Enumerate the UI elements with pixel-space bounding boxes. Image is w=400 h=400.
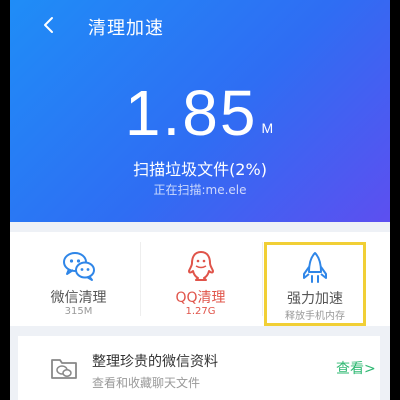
wechat-clean-card[interactable]: 微信清理 315M	[20, 232, 137, 326]
qq-clean-title: QQ清理	[175, 290, 226, 306]
junk-size: 1.85 M	[10, 76, 390, 150]
scan-path: 正在扫描:me.ele	[153, 183, 247, 197]
scan-header: 清理加速 1.85 M 扫描垃圾文件(2%) 正在扫描:me.ele	[10, 0, 390, 222]
phone-screen: 清理加速 1.85 M 扫描垃圾文件(2%) 正在扫描:me.ele 微信清理 3…	[10, 0, 390, 400]
scan-status: 扫描垃圾文件(2%)	[133, 160, 267, 179]
feature-cards: 微信清理 315M QQ清理 1.27G 强力加速 释放手机内存	[10, 232, 390, 326]
power-boost-subtitle: 释放手机内存	[285, 311, 345, 322]
junk-size-value: 1.85	[124, 77, 258, 149]
junk-size-unit: M	[261, 120, 276, 136]
qq-icon	[187, 251, 214, 281]
page-title: 清理加速	[88, 18, 164, 39]
qq-clean-size: 1.27G	[185, 306, 216, 317]
power-boost-title: 强力加速	[287, 291, 343, 307]
card-divider	[262, 242, 263, 316]
wechat-clean-title: 微信清理	[50, 290, 107, 306]
wechat-files-subtitle: 查看和收藏聊天文件	[92, 376, 201, 390]
back-icon[interactable]	[38, 14, 60, 36]
qq-clean-card[interactable]: QQ清理 1.27G	[142, 232, 259, 326]
wechat-files-title: 整理珍贵的微信资料	[92, 354, 218, 370]
power-boost-card[interactable]: 强力加速 释放手机内存	[264, 242, 366, 326]
view-link[interactable]: 查看>	[336, 358, 376, 378]
rocket-icon	[303, 252, 327, 283]
wechat-clean-size: 315M	[64, 306, 93, 317]
card-divider	[140, 242, 141, 316]
folder-chat-icon	[51, 359, 77, 379]
wechat-files-banner[interactable]: 整理珍贵的微信资料 查看和收藏聊天文件 查看>	[18, 336, 380, 400]
wechat-icon	[62, 252, 95, 281]
